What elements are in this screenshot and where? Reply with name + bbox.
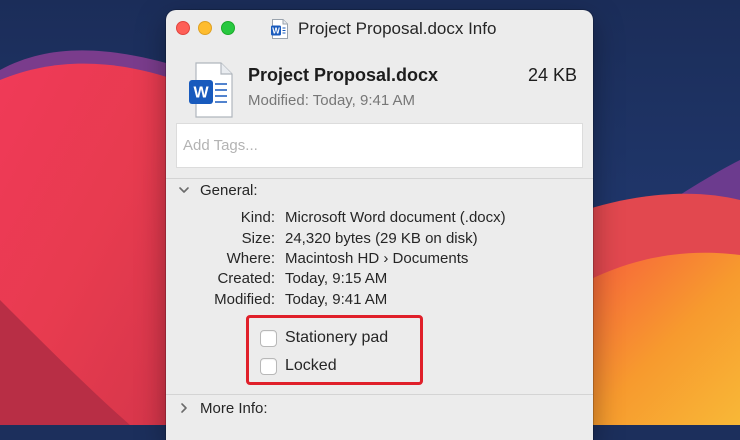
more-info-section-heading: More Info: bbox=[200, 399, 268, 417]
size-label: Size: bbox=[241, 230, 275, 247]
word-document-icon: W bbox=[189, 62, 233, 118]
general-section-heading: General: bbox=[200, 181, 258, 199]
window-title-group: W Project Proposal.docx Info bbox=[271, 18, 496, 40]
kind-value: Microsoft Word document (.docx) bbox=[285, 209, 506, 226]
close-window-button[interactable] bbox=[176, 21, 190, 35]
modified-value: Today, 9:41 AM bbox=[285, 291, 388, 308]
highlight-annotation bbox=[246, 315, 423, 385]
created-label: Created: bbox=[217, 270, 275, 287]
title-bar[interactable]: W Project Proposal.docx Info bbox=[166, 10, 593, 48]
info-row-modified: Modified: Today, 9:41 AM bbox=[166, 291, 593, 311]
info-row-size: Size: 24,320 bytes (29 KB on disk) bbox=[166, 230, 593, 250]
general-section-toggle[interactable]: General: bbox=[178, 180, 258, 200]
info-row-kind: Kind: Microsoft Word document (.docx) bbox=[166, 209, 593, 229]
title-icon-letter: W bbox=[272, 27, 280, 36]
file-name: Project Proposal.docx bbox=[248, 65, 439, 85]
info-row-where: Where: Macintosh HD › Documents bbox=[166, 250, 593, 270]
chevron-down-icon bbox=[179, 187, 189, 193]
size-value: 24,320 bytes (29 KB on disk) bbox=[285, 230, 478, 247]
created-value: Today, 9:15 AM bbox=[285, 270, 388, 287]
word-document-icon: W bbox=[271, 19, 288, 39]
chevron-right-icon bbox=[181, 403, 187, 413]
section-divider bbox=[166, 178, 593, 179]
tags-input[interactable] bbox=[176, 123, 583, 168]
file-size: 24 KB bbox=[527, 65, 577, 85]
minimize-window-button[interactable] bbox=[198, 21, 212, 35]
more-info-section-toggle[interactable]: More Info: bbox=[178, 398, 268, 418]
header-icon-letter: W bbox=[193, 85, 209, 102]
where-value: Macintosh HD › Documents bbox=[285, 250, 469, 267]
section-divider bbox=[166, 394, 593, 395]
where-label: Where: bbox=[226, 250, 275, 267]
file-modified-date: Modified: Today, 9:41 AM bbox=[248, 92, 416, 109]
zoom-window-button[interactable] bbox=[221, 21, 235, 35]
modified-label: Modified: bbox=[214, 291, 275, 308]
info-row-created: Created: Today, 9:15 AM bbox=[166, 270, 593, 290]
kind-label: Kind: bbox=[240, 209, 275, 226]
window-title: Project Proposal.docx Info bbox=[298, 19, 497, 38]
